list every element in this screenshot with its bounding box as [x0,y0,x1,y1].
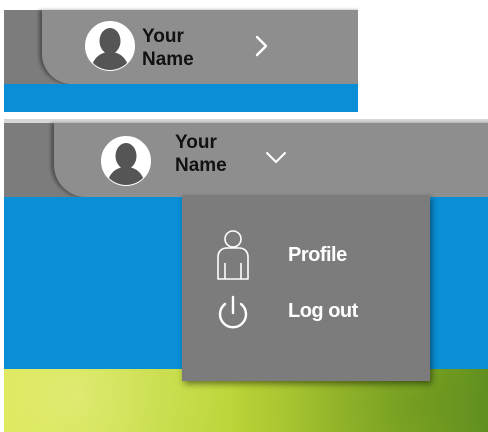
menu-item-logout[interactable]: Log out [182,293,430,353]
user-name-line2: Name [142,49,194,70]
user-name[interactable]: Your Name [142,25,194,71]
user-silhouette-icon[interactable] [100,135,152,187]
power-icon [218,295,248,329]
content-background [4,84,358,112]
chevron-down-icon[interactable] [265,151,287,165]
user-name[interactable]: Your Name [175,131,227,177]
user-name-line1: Your [142,26,184,47]
menu-item-profile[interactable]: Profile [182,229,430,289]
header-expanded: Your Name Profile Log out [4,119,488,432]
user-dropdown-menu: Profile Log out [182,195,430,381]
header-collapsed: Your Name [4,0,358,112]
chevron-right-icon[interactable] [255,35,269,57]
user-outline-icon [217,230,249,280]
menu-item-label: Log out [288,300,358,322]
menu-item-label: Profile [288,244,347,266]
user-name-line1: Your [175,132,217,153]
user-silhouette-icon[interactable] [84,20,136,72]
user-name-line2: Name [175,155,227,176]
